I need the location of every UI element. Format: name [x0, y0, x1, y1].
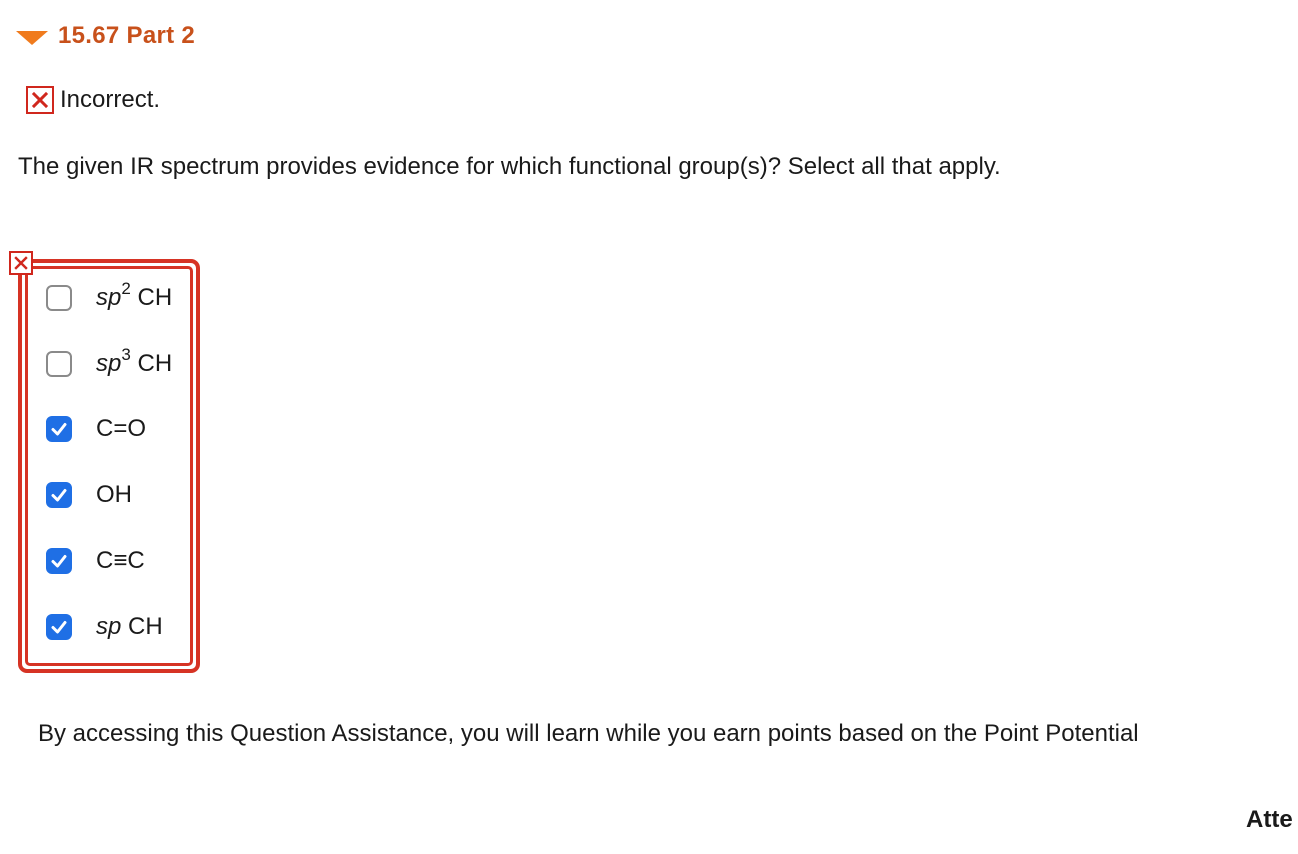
answer-option-label: sp CH [96, 613, 163, 641]
status-text: Incorrect. [60, 86, 161, 113]
option-text: C≡C [96, 547, 145, 574]
answer-checkbox[interactable] [46, 482, 72, 508]
answer-option-label: C=O [96, 415, 146, 443]
option-superscript: 2 [121, 279, 131, 298]
option-prefix: sp [96, 284, 122, 311]
answer-checkbox[interactable] [46, 416, 72, 442]
part-title: 15.67 Part 2 [58, 22, 196, 49]
answer-checkbox[interactable] [46, 351, 72, 377]
option-text: CH [130, 284, 173, 311]
x-mark-icon [26, 86, 54, 114]
answer-option[interactable]: sp CH [46, 612, 163, 642]
answer-option[interactable]: OH [46, 480, 132, 510]
answer-option[interactable]: sp2 CH [46, 280, 173, 313]
question-part-panel: 15.67 Part 2 Incorrect. The given IR spe… [0, 0, 1298, 854]
caret-down-icon[interactable] [16, 31, 48, 45]
answer-choices-list: sp2 CH sp3 CH C=O OH C≡C sp CH [25, 266, 193, 666]
answer-option[interactable]: C=O [46, 414, 146, 444]
answer-option-label: sp2 CH [96, 280, 173, 312]
answer-option-label: C≡C [96, 547, 145, 575]
checkmark-icon [51, 621, 67, 634]
answer-option[interactable]: sp3 CH [46, 346, 173, 379]
answer-checkbox[interactable] [46, 614, 72, 640]
option-prefix: sp [96, 613, 122, 640]
answer-option-label: sp3 CH [96, 346, 173, 378]
x-mark-icon [9, 251, 33, 275]
answer-option[interactable]: C≡C [46, 546, 145, 576]
option-text: C=O [96, 415, 147, 442]
answer-checkbox[interactable] [46, 285, 72, 311]
option-text: OH [96, 481, 132, 508]
part-header[interactable]: 15.67 Part 2 [16, 22, 195, 50]
answer-status: Incorrect. [26, 86, 160, 114]
checkmark-icon [51, 489, 67, 502]
question-assistance-text: By accessing this Question Assistance, y… [38, 720, 1139, 747]
option-prefix: sp [96, 350, 122, 377]
option-text: CH [130, 350, 173, 377]
checkmark-icon [51, 555, 67, 568]
answer-checkbox[interactable] [46, 548, 72, 574]
option-superscript: 3 [121, 345, 131, 364]
answer-choices-box: sp2 CH sp3 CH C=O OH C≡C sp CH [18, 259, 200, 673]
checkmark-icon [51, 423, 67, 436]
option-text: CH [121, 613, 163, 640]
attempts-label: Atte [1246, 806, 1293, 833]
answer-option-label: OH [96, 481, 132, 509]
question-text: The given IR spectrum provides evidence … [18, 153, 1001, 180]
